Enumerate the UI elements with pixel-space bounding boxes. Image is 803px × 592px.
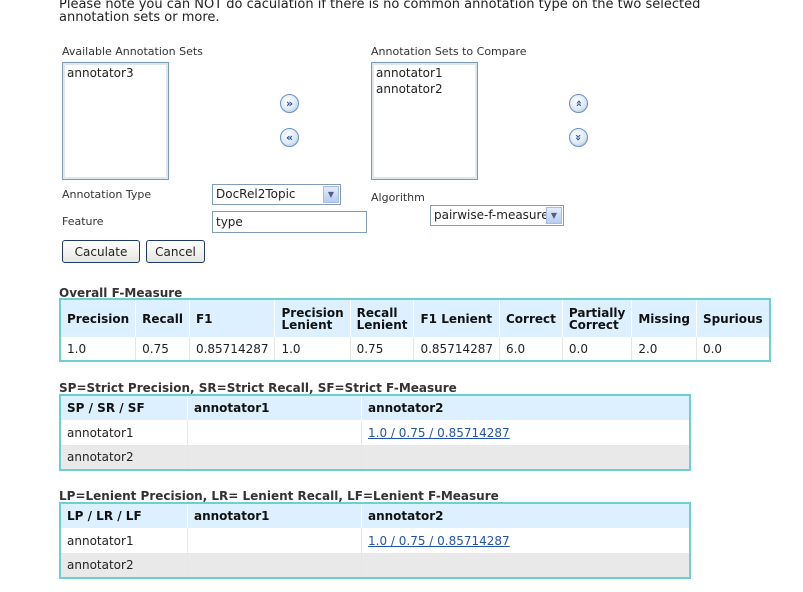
table-cell [361, 553, 691, 578]
strict-title: SP=Strict Precision, SR=Strict Recall, S… [59, 381, 457, 395]
table-row: 1.0 0.75 0.85714287 1.0 0.75 0.85714287 … [60, 337, 771, 361]
column-header: Recall Lenient [350, 299, 415, 337]
table-cell [187, 445, 362, 470]
compare-sets-label: Annotation Sets to Compare [371, 45, 527, 58]
double-chevron-right-icon: » [285, 97, 294, 110]
move-down-button[interactable]: » [569, 128, 588, 147]
list-item[interactable]: annotator1 [375, 65, 474, 81]
result-link[interactable]: 1.0 / 0.75 / 0.85714287 [368, 426, 510, 440]
double-chevron-down-icon: » [571, 133, 585, 142]
annotation-type-value: DocRel2Topic [216, 187, 296, 201]
feature-label: Feature [62, 215, 104, 228]
row-label: annotator1 [60, 528, 188, 553]
table-cell: 0.0 [562, 337, 633, 361]
column-header: annotator2 [361, 395, 691, 420]
table-cell: 1.0 / 0.75 / 0.85714287 [361, 528, 691, 553]
table-cell: 0.0 [696, 337, 771, 361]
algorithm-value: pairwise-f-measure [434, 208, 549, 222]
column-header: annotator1 [187, 503, 362, 528]
move-up-button[interactable]: » [569, 94, 588, 113]
table-cell: 0.75 [135, 337, 190, 361]
available-sets-label: Available Annotation Sets [62, 45, 203, 58]
calculate-button[interactable]: Caculate [62, 240, 140, 263]
algorithm-select[interactable]: pairwise-f-measure ▼ [430, 205, 564, 226]
table-cell [187, 553, 362, 578]
column-header: Precision Lenient [274, 299, 351, 337]
row-label: annotator2 [60, 445, 188, 470]
column-header: annotator2 [361, 503, 691, 528]
table-cell: 0.85714287 [413, 337, 500, 361]
table-cell [187, 528, 362, 553]
chevron-down-icon: ▼ [323, 186, 339, 203]
table-row: annotator2 [60, 445, 691, 470]
column-header: Correct [499, 299, 563, 337]
column-header: F1 Lenient [413, 299, 500, 337]
compare-sets-list[interactable]: annotator1 annotator2 [371, 62, 478, 180]
cancel-button[interactable]: Cancel [146, 240, 205, 263]
table-cell: 2.0 [631, 337, 697, 361]
table-cell: 1.0 [274, 337, 351, 361]
annotation-type-label: Annotation Type [62, 188, 152, 201]
column-header: Spurious [696, 299, 771, 337]
column-header: Missing [631, 299, 697, 337]
feature-input[interactable]: type [212, 211, 367, 233]
table-row: annotator1 1.0 / 0.75 / 0.85714287 [60, 420, 691, 445]
result-link[interactable]: 1.0 / 0.75 / 0.85714287 [368, 534, 510, 548]
table-cell [361, 445, 691, 470]
double-chevron-up-icon: » [571, 99, 585, 108]
available-sets-list[interactable]: annotator3 [62, 62, 169, 180]
table-row: annotator1 1.0 / 0.75 / 0.85714287 [60, 528, 691, 553]
column-header: SP / SR / SF [60, 395, 188, 420]
table-cell: 0.85714287 [189, 337, 276, 361]
double-chevron-left-icon: « [285, 131, 294, 144]
lenient-table: LP / LR / LF annotator1 annotator2 annot… [59, 502, 691, 579]
column-header: LP / LR / LF [60, 503, 188, 528]
annotation-type-select[interactable]: DocRel2Topic ▼ [212, 184, 341, 205]
column-header: Precision [60, 299, 137, 337]
calculation-note: Please note you can NOT do caculation if… [59, 0, 701, 25]
row-label: annotator2 [60, 553, 188, 578]
column-header: Partially Correct [562, 299, 633, 337]
list-item[interactable]: annotator2 [375, 81, 474, 97]
table-cell [187, 420, 362, 445]
table-row: annotator2 [60, 553, 691, 578]
add-to-compare-button[interactable]: » [280, 94, 299, 113]
chevron-down-icon: ▼ [546, 207, 562, 224]
table-cell: 6.0 [499, 337, 563, 361]
strict-table: SP / SR / SF annotator1 annotator2 annot… [59, 394, 691, 471]
column-header: annotator1 [187, 395, 362, 420]
remove-from-compare-button[interactable]: « [280, 128, 299, 147]
table-cell: 1.0 / 0.75 / 0.85714287 [361, 420, 691, 445]
column-header: Recall [135, 299, 190, 337]
algorithm-label: Algorithm [371, 191, 425, 204]
row-label: annotator1 [60, 420, 188, 445]
list-item[interactable]: annotator3 [66, 65, 165, 81]
table-cell: 0.75 [350, 337, 415, 361]
table-cell: 1.0 [60, 337, 137, 361]
lenient-title: LP=Lenient Precision, LR= Lenient Recall… [59, 489, 499, 503]
column-header: F1 [189, 299, 276, 337]
overall-table: Precision Recall F1 Precision Lenient Re… [59, 298, 771, 362]
